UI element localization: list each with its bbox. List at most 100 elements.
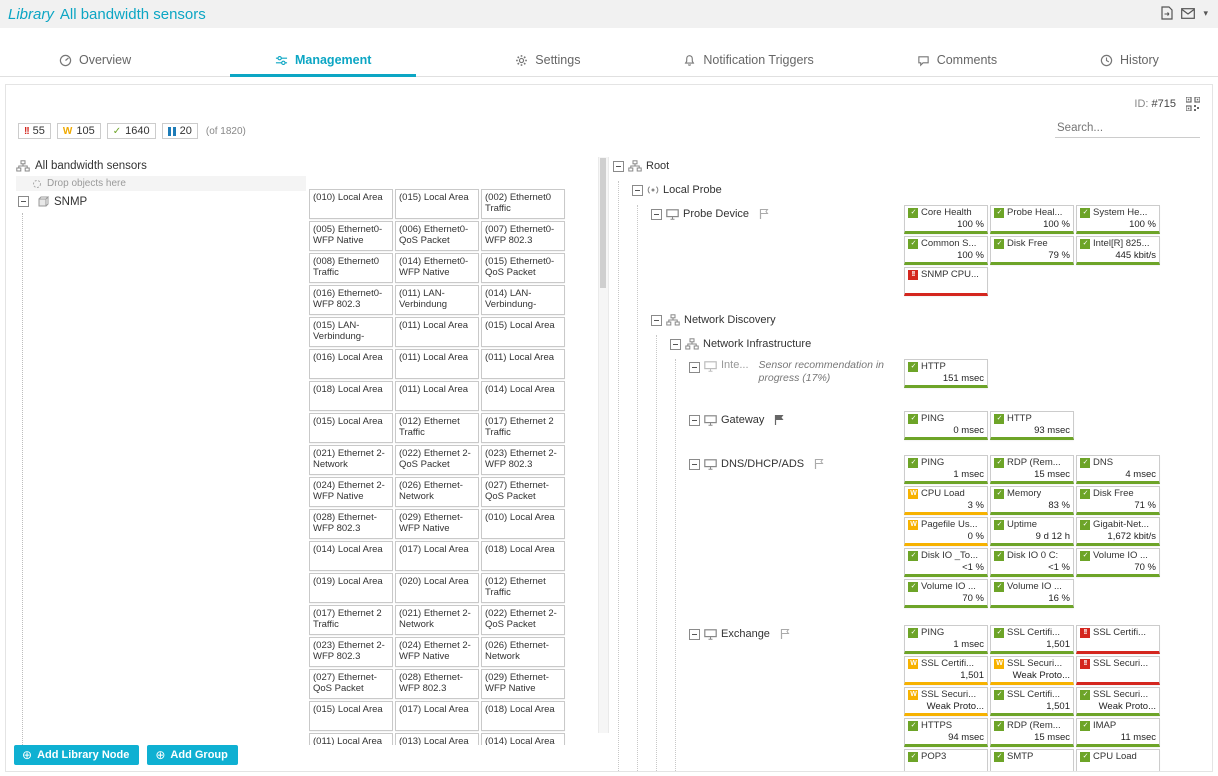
- library-sensor-box[interactable]: (007) Ethernet0-WFP 802.3: [481, 221, 565, 251]
- library-node-snmp[interactable]: SNMP: [16, 193, 306, 210]
- library-sensor-box[interactable]: (016) Ethernet0-WFP 802.3: [309, 285, 393, 315]
- collapse-toggle[interactable]: [689, 459, 700, 470]
- library-sensor-box[interactable]: (019) Local Area: [309, 573, 393, 603]
- sensor-box[interactable]: ✓Volume IO ...16 %: [990, 579, 1074, 608]
- library-sensor-box[interactable]: (026) Ethernet-Network: [481, 637, 565, 667]
- sensor-box[interactable]: ✓Disk Free79 %: [990, 236, 1074, 265]
- qr-code-icon[interactable]: [1186, 97, 1200, 111]
- library-sensor-box[interactable]: (011) LAN-Verbindung: [395, 285, 479, 315]
- collapse-toggle[interactable]: [651, 209, 662, 220]
- sensor-box[interactable]: ✓SSL Securi...Weak Proto...: [1076, 687, 1160, 716]
- device-label[interactable]: Gateway: [721, 414, 764, 426]
- sensor-box[interactable]: ✓CPU Load: [1076, 749, 1160, 771]
- tab-management[interactable]: Management: [230, 46, 416, 77]
- sensor-box[interactable]: ✓Intel[R] 825...445 kbit/s: [1076, 236, 1160, 265]
- export-page-icon[interactable]: [1161, 6, 1173, 20]
- device-label[interactable]: Inte...: [721, 359, 749, 371]
- library-sensor-box[interactable]: (028) Ethernet-WFP 802.3: [395, 669, 479, 699]
- library-sensor-box[interactable]: (022) Ethernet 2-QoS Packet: [481, 605, 565, 635]
- library-sensor-box[interactable]: (011) Local Area: [309, 733, 393, 745]
- sensor-box[interactable]: ✓Gigabit-Net...1,672 kbit/s: [1076, 517, 1160, 546]
- library-sensor-box[interactable]: (010) Local Area: [309, 189, 393, 219]
- sensor-box[interactable]: ✓System He...100 %: [1076, 205, 1160, 234]
- status-badge-paused[interactable]: 20: [162, 123, 198, 139]
- library-sensor-box[interactable]: (002) Ethernet0 Traffic: [481, 189, 565, 219]
- library-sensor-box[interactable]: (011) Local Area: [395, 349, 479, 379]
- library-sensor-box[interactable]: (014) Ethernet0-WFP Native: [395, 253, 479, 283]
- tab-history[interactable]: History: [1096, 46, 1163, 77]
- library-sensor-box[interactable]: (015) Local Area: [481, 317, 565, 347]
- library-sensor-box[interactable]: (016) Local Area: [309, 349, 393, 379]
- collapse-toggle[interactable]: [670, 339, 681, 350]
- library-sensor-box[interactable]: (012) Ethernet Traffic: [395, 413, 479, 443]
- collapse-toggle[interactable]: [18, 196, 29, 207]
- library-sensor-box[interactable]: (010) Local Area: [481, 509, 565, 539]
- sensor-box[interactable]: ✓RDP (Rem...15 msec: [990, 718, 1074, 747]
- library-sensor-box[interactable]: (014) LAN-Verbindung-: [481, 285, 565, 315]
- sensor-box[interactable]: ✓POP3: [904, 749, 988, 771]
- tree-node-root[interactable]: Root: [613, 157, 1208, 175]
- sensor-box[interactable]: ✓Volume IO ...70 %: [904, 579, 988, 608]
- collapse-toggle[interactable]: [689, 629, 700, 640]
- sensor-box[interactable]: ✓Memory83 %: [990, 486, 1074, 515]
- library-sensor-box[interactable]: (015) Ethernet0-QoS Packet: [481, 253, 565, 283]
- library-sensor-box[interactable]: (018) Local Area: [481, 541, 565, 571]
- library-sensor-box[interactable]: (017) Local Area: [395, 541, 479, 571]
- library-sensor-box[interactable]: (011) Local Area: [395, 381, 479, 411]
- tab-comments[interactable]: Comments: [913, 46, 1001, 77]
- collapse-toggle[interactable]: [632, 185, 643, 196]
- group-label[interactable]: Network Infrastructure: [703, 338, 811, 350]
- library-sensor-box[interactable]: (014) Local Area: [309, 541, 393, 571]
- tab-notification-triggers[interactable]: Notification Triggers: [679, 46, 817, 77]
- tab-settings[interactable]: Settings: [511, 46, 584, 77]
- sensor-box[interactable]: ✓Disk Free71 %: [1076, 486, 1160, 515]
- library-sensor-box[interactable]: (024) Ethernet 2-WFP Native: [395, 637, 479, 667]
- sensor-box[interactable]: ✓PING1 msec: [904, 455, 988, 484]
- tree-node-local-probe[interactable]: Local Probe: [632, 181, 1208, 199]
- sensor-box[interactable]: WPagefile Us...0 %: [904, 517, 988, 546]
- sensor-box[interactable]: WSSL Securi...Weak Proto...: [990, 656, 1074, 685]
- library-sensor-box[interactable]: (017) Ethernet 2 Traffic: [309, 605, 393, 635]
- root-label[interactable]: Root: [646, 160, 669, 172]
- sensor-box[interactable]: ✓HTTP93 msec: [990, 411, 1074, 440]
- library-sensor-box[interactable]: (023) Ethernet 2-WFP 802.3: [481, 445, 565, 475]
- sensor-box[interactable]: ✓Core Health100 %: [904, 205, 988, 234]
- library-sensor-box[interactable]: (027) Ethernet-QoS Packet: [309, 669, 393, 699]
- group-label[interactable]: Network Discovery: [684, 314, 776, 326]
- library-sensor-box[interactable]: (017) Ethernet 2 Traffic: [481, 413, 565, 443]
- status-badge-error[interactable]: !! 55: [18, 123, 51, 139]
- device-label[interactable]: Exchange: [721, 628, 770, 640]
- status-badge-ok[interactable]: ✓ 1640: [107, 123, 156, 139]
- sensor-box[interactable]: !!SNMP CPU...: [904, 267, 988, 296]
- collapse-toggle[interactable]: [689, 415, 700, 426]
- scrollbar-thumb[interactable]: [600, 158, 606, 288]
- probe-label[interactable]: Local Probe: [663, 184, 722, 196]
- library-sensor-box[interactable]: (015) Local Area: [309, 701, 393, 731]
- library-sensor-box[interactable]: (014) Local Area: [481, 381, 565, 411]
- library-sensor-box[interactable]: (008) Ethernet0 Traffic: [309, 253, 393, 283]
- library-sensor-box[interactable]: (015) Local Area: [395, 189, 479, 219]
- library-sensor-box[interactable]: (022) Ethernet 2-QoS Packet: [395, 445, 479, 475]
- add-group-button[interactable]: ⊕ Add Group: [147, 745, 238, 765]
- library-sensor-box[interactable]: (011) Local Area: [481, 349, 565, 379]
- vertical-scrollbar[interactable]: [598, 157, 609, 733]
- sensor-box[interactable]: ✓SSL Certifi...1,501: [990, 625, 1074, 654]
- library-sensor-box[interactable]: (018) Local Area: [481, 701, 565, 731]
- library-sensor-box[interactable]: (014) Local Area: [481, 733, 565, 745]
- sensor-box[interactable]: ✓DNS4 msec: [1076, 455, 1160, 484]
- envelope-icon[interactable]: [1181, 8, 1195, 19]
- tab-overview[interactable]: Overview: [55, 46, 135, 77]
- library-sensor-box[interactable]: (028) Ethernet-WFP 802.3: [309, 509, 393, 539]
- library-sensor-box[interactable]: (029) Ethernet-WFP Native: [395, 509, 479, 539]
- library-sensor-box[interactable]: (023) Ethernet 2-WFP 802.3: [309, 637, 393, 667]
- library-sensor-box[interactable]: (017) Local Area: [395, 701, 479, 731]
- device-label[interactable]: Probe Device: [683, 208, 749, 220]
- sensor-box[interactable]: ✓SSL Certifi...1,501: [990, 687, 1074, 716]
- sensor-box[interactable]: ✓Disk IO _To...<1 %: [904, 548, 988, 577]
- status-badge-warning[interactable]: W 105: [57, 123, 101, 139]
- library-sensor-box[interactable]: (012) Ethernet Traffic: [481, 573, 565, 603]
- collapse-toggle[interactable]: [689, 362, 700, 373]
- library-sensor-box[interactable]: (018) Local Area: [309, 381, 393, 411]
- library-sensor-box[interactable]: (020) Local Area: [395, 573, 479, 603]
- collapse-toggle[interactable]: [651, 315, 662, 326]
